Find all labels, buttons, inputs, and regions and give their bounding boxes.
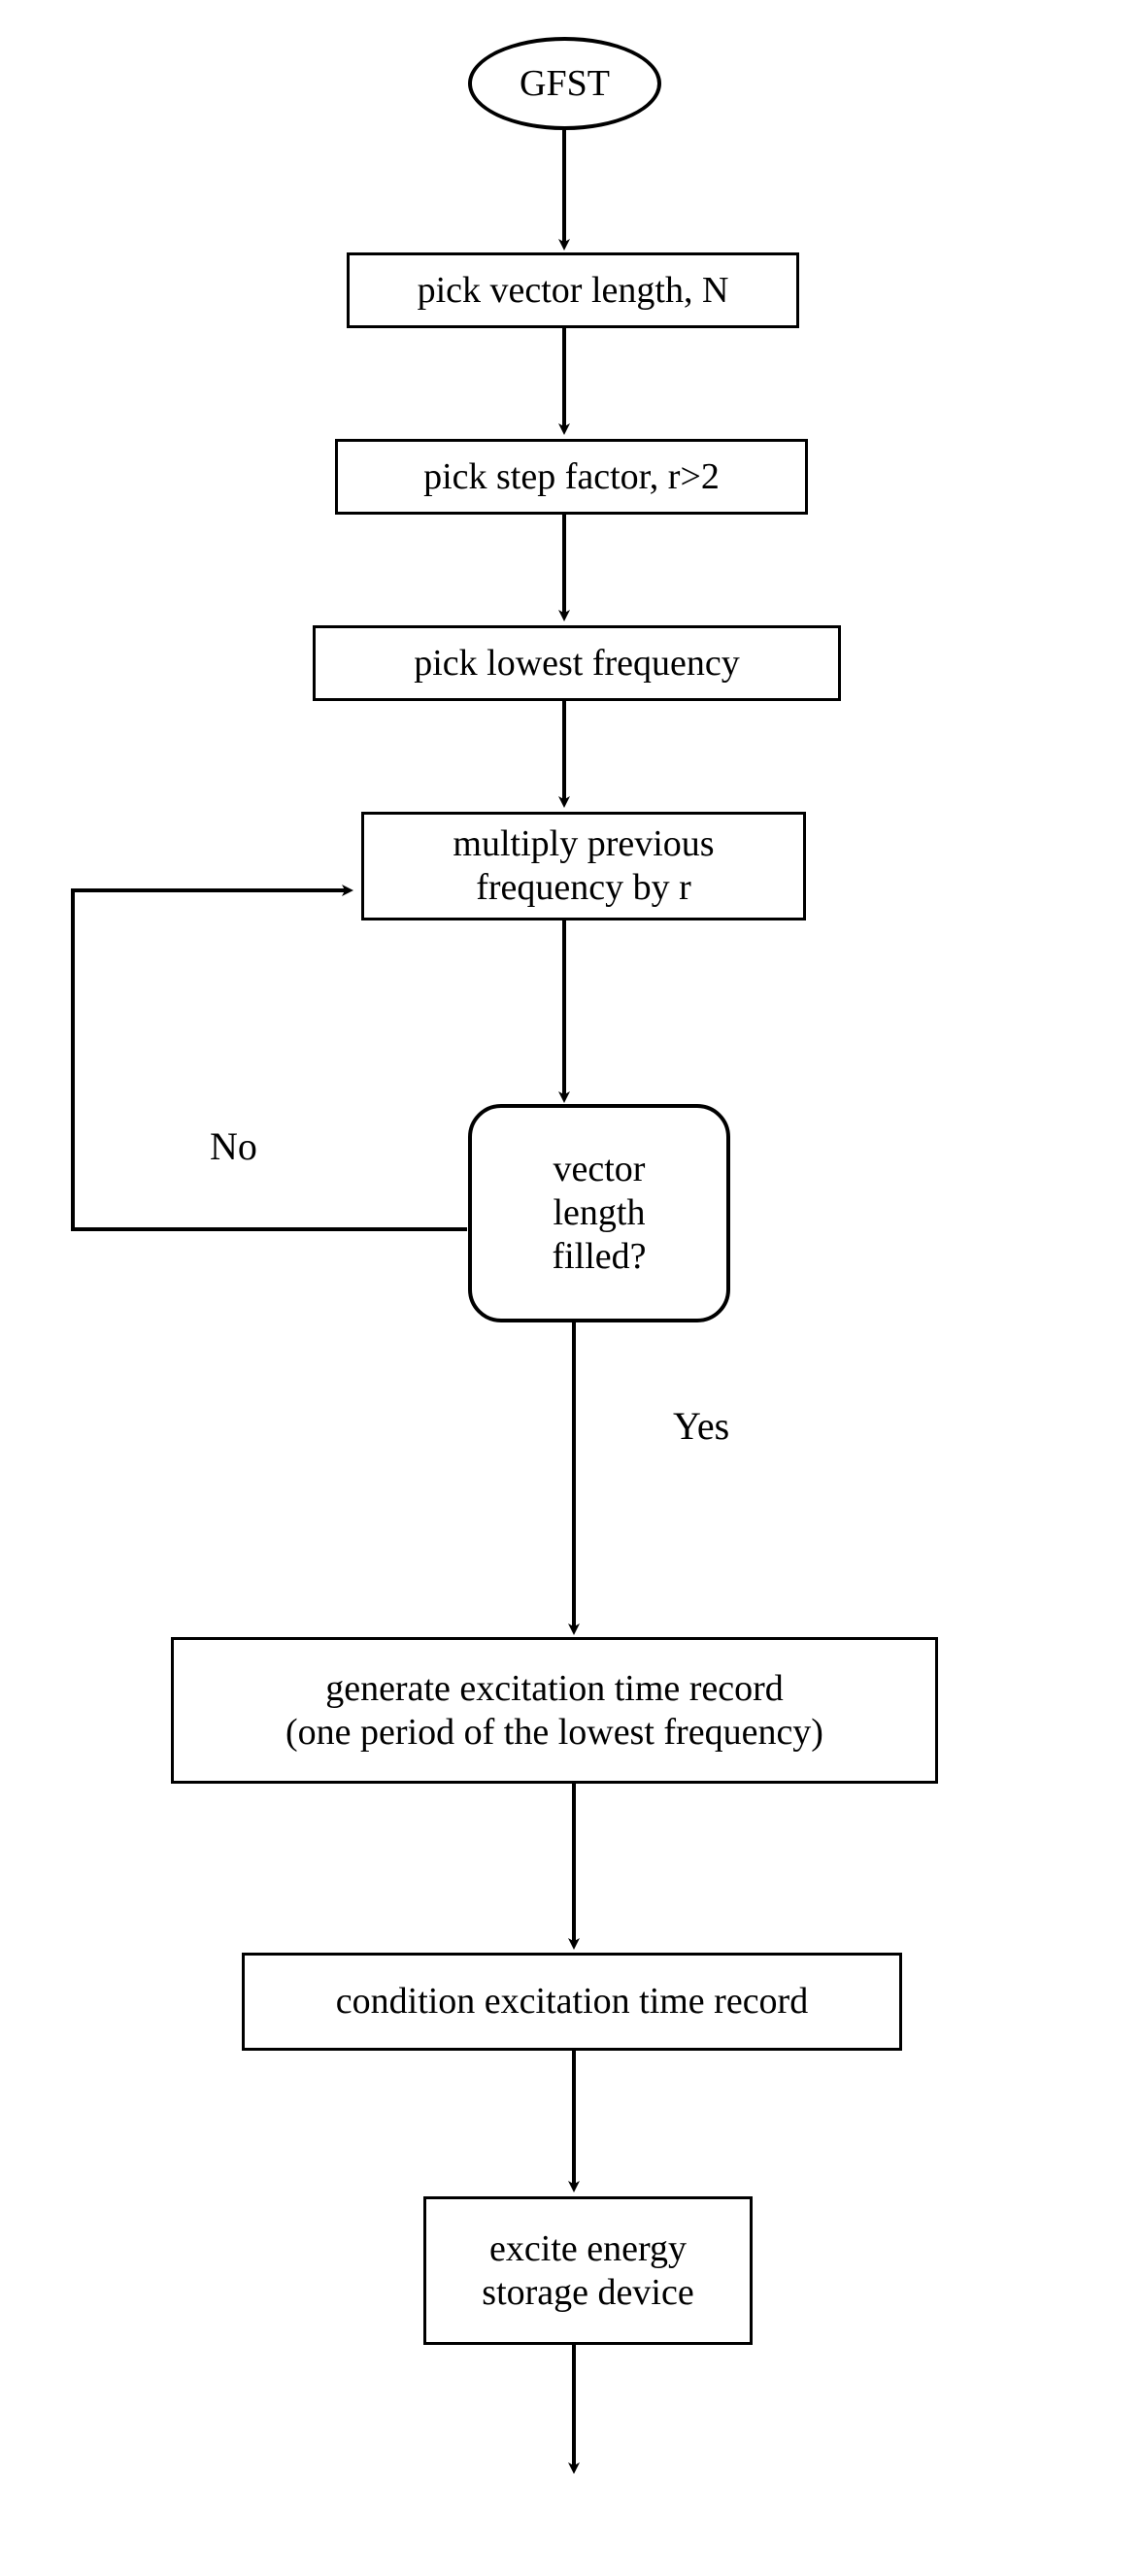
node-multiply-previous[interactable]: multiply previous frequency by r xyxy=(361,812,806,920)
node-pick-vector-length-label: pick vector length, N xyxy=(417,269,729,311)
node-pick-step-factor[interactable]: pick step factor, r>2 xyxy=(335,439,808,515)
node-pick-lowest-frequency[interactable]: pick lowest frequency xyxy=(313,625,841,701)
node-generate-excitation[interactable]: generate excitation time record (one per… xyxy=(171,1637,938,1784)
edge-no-loop-to-multiply-previous xyxy=(71,885,467,1231)
node-condition-excitation-label: condition excitation time record xyxy=(335,1981,809,2023)
node-start[interactable]: GFST xyxy=(468,37,661,130)
node-vector-length-filled-label: vector length filled? xyxy=(552,1149,647,1277)
node-excite-device[interactable]: excite energy storage device xyxy=(423,2196,753,2345)
flowchart-page: GFST pick vector length, N pick step fac… xyxy=(0,0,1141,2576)
edge-label-yes: Yes xyxy=(673,1404,730,1448)
node-pick-lowest-frequency-label: pick lowest frequency xyxy=(414,642,740,684)
node-pick-step-factor-label: pick step factor, r>2 xyxy=(423,455,720,497)
node-excite-device-label: excite energy storage device xyxy=(482,2227,694,2313)
node-start-label: GFST xyxy=(520,62,610,104)
node-multiply-previous-label: multiply previous frequency by r xyxy=(453,823,715,908)
node-vector-length-filled[interactable]: vector length filled? xyxy=(468,1104,730,1322)
node-condition-excitation[interactable]: condition excitation time record xyxy=(242,1953,902,2051)
node-pick-vector-length[interactable]: pick vector length, N xyxy=(347,252,799,328)
edge-label-no: No xyxy=(210,1124,257,1168)
node-generate-excitation-label: generate excitation time record (one per… xyxy=(285,1667,823,1753)
